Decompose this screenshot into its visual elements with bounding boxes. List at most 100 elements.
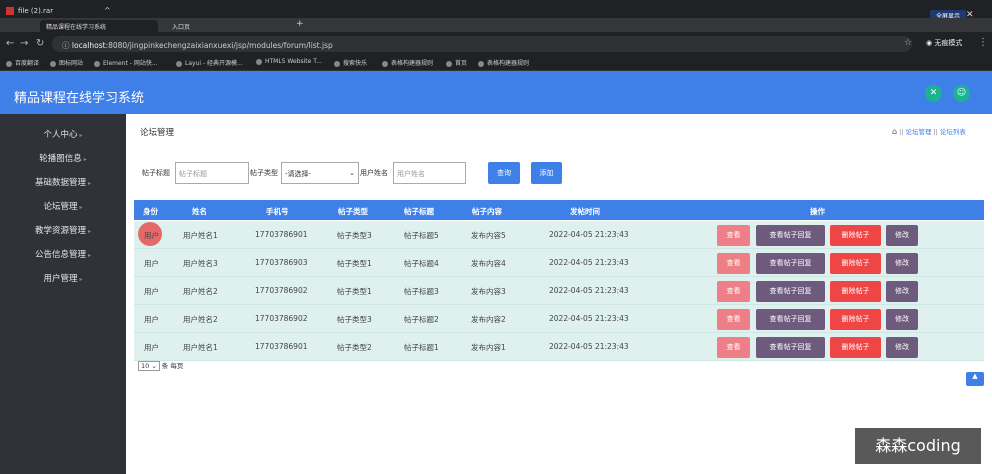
- delete-post-button[interactable]: 删除帖子: [830, 253, 881, 274]
- bookmark-item[interactable]: Layui - 经典开源模...: [176, 58, 243, 67]
- add-button[interactable]: 添加: [531, 162, 562, 184]
- title-filter-input[interactable]: 帖子标题: [175, 162, 249, 184]
- main-content: 论坛管理 ⌂ || 论坛管理 || 论坛列表 帖子标题 帖子标题 帖子类型 -请选择- ⌄…: [126, 114, 992, 474]
- view-replies-button[interactable]: 查看帖子回复: [756, 309, 825, 330]
- file-tab-label: file (2).rar: [18, 7, 54, 15]
- cell-title: 帖子标题2: [404, 315, 439, 324]
- view-replies-button[interactable]: 查看帖子回复: [756, 281, 825, 302]
- edit-button[interactable]: 修改: [886, 225, 918, 246]
- cell-title: 帖子标题3: [404, 287, 439, 296]
- delete-post-button[interactable]: 删除帖子: [830, 309, 881, 330]
- column-header: 发帖时间: [570, 207, 600, 216]
- bookmark-item[interactable]: HTML5 Website T...: [256, 58, 322, 65]
- bookmark-icon: [50, 60, 56, 67]
- cell-phone: 17703786902: [255, 314, 308, 323]
- bookmark-item[interactable]: 首页: [446, 58, 467, 67]
- query-button[interactable]: 查询: [488, 162, 520, 184]
- breadcrumb-separator: ||: [933, 128, 938, 136]
- sidebar-item-resources[interactable]: 教学资源管理 ▸: [0, 224, 126, 236]
- forward-icon[interactable]: →: [20, 38, 28, 49]
- delete-post-button[interactable]: 删除帖子: [830, 281, 881, 302]
- home-icon[interactable]: ⌂: [892, 127, 897, 136]
- tab-active[interactable]: 精品课程在线学习系统: [40, 20, 158, 32]
- back-icon[interactable]: ←: [6, 38, 14, 49]
- chevron-right-icon: ▸: [79, 132, 83, 139]
- sidebar-item-forum[interactable]: 论坛管理 ▸: [0, 200, 126, 212]
- user-filter-input[interactable]: 用户姓名: [393, 162, 466, 184]
- type-filter-select[interactable]: -请选择- ⌄: [281, 162, 359, 184]
- sidebar-item-label: 轮播图信息: [39, 154, 82, 164]
- bookmarks-bar: 百度翻译 图标网站 Element - 网站快... Layui - 经典开源模…: [0, 56, 992, 71]
- bookmark-item[interactable]: 搜索快乐: [334, 58, 367, 67]
- bookmark-icon: [446, 60, 452, 67]
- column-header: 帖子内容: [472, 207, 502, 216]
- reload-icon[interactable]: ↻: [36, 38, 44, 49]
- bookmark-label: HTML5 Website T...: [265, 58, 322, 65]
- view-replies-button[interactable]: 查看帖子回复: [756, 337, 825, 358]
- bookmark-item[interactable]: 表格构建器规则: [478, 58, 529, 67]
- cell-type: 帖子类型1: [337, 259, 372, 268]
- view-button[interactable]: 查看: [717, 281, 750, 302]
- app-header: 精品课程在线学习系统 ✕ ☺: [0, 71, 992, 114]
- page-size-select[interactable]: 10 ⌄: [138, 361, 160, 371]
- cell-name: 用户姓名1: [183, 343, 218, 352]
- bookmark-item[interactable]: 图标网站: [50, 58, 83, 67]
- bookmark-item[interactable]: Element - 网站快...: [94, 58, 158, 67]
- chevron-down-icon: ⌄: [349, 169, 355, 177]
- edit-button[interactable]: 修改: [886, 281, 918, 302]
- sidebar-item-carousel[interactable]: 轮播图信息 ▸: [0, 152, 126, 164]
- delete-post-button[interactable]: 删除帖子: [830, 225, 881, 246]
- cell-role: 用户: [144, 259, 159, 268]
- sidebar-item-profile[interactable]: 个人中心 ▸: [0, 128, 126, 140]
- new-tab-icon[interactable]: +: [296, 19, 304, 29]
- breadcrumb-item[interactable]: 论坛列表: [940, 128, 966, 136]
- view-replies-button[interactable]: 查看帖子回复: [756, 225, 825, 246]
- more-menu-icon[interactable]: ⋮: [978, 37, 988, 48]
- page-size-value: 10: [141, 362, 150, 370]
- edit-button[interactable]: 修改: [886, 253, 918, 274]
- column-header: 姓名: [192, 207, 207, 216]
- back-to-top-icon[interactable]: ▲: [966, 372, 984, 386]
- cell-phone: 17703786901: [255, 342, 308, 351]
- sidebar-item-users[interactable]: 用户管理 ▸: [0, 272, 126, 284]
- chevron-up-icon[interactable]: ^: [104, 6, 111, 15]
- delete-post-button[interactable]: 删除帖子: [830, 337, 881, 358]
- cell-role: 用户: [144, 231, 159, 240]
- view-button[interactable]: 查看: [717, 309, 750, 330]
- table-row: 用户 用户姓名1 17703786901 帖子类型2 帖子标题1 发布内容1 2…: [134, 333, 984, 361]
- breadcrumb-item[interactable]: 论坛管理: [905, 128, 931, 136]
- column-header: 手机号: [266, 207, 289, 216]
- cell-title: 帖子标题5: [404, 231, 439, 240]
- user-icon[interactable]: ☺: [953, 85, 970, 102]
- browser-tabs: 精品课程在线学习系统 入口页 +: [0, 18, 992, 32]
- cell-name: 用户姓名2: [183, 315, 218, 324]
- cell-type: 帖子类型1: [337, 287, 372, 296]
- bookmark-icon: [382, 60, 388, 67]
- cell-time: 2022-04-05 21:23:43: [549, 230, 629, 239]
- view-button[interactable]: 查看: [717, 225, 750, 246]
- chevron-right-icon: ▸: [88, 252, 92, 259]
- tab-entry[interactable]: 入口页: [166, 20, 286, 32]
- edit-button[interactable]: 修改: [886, 337, 918, 358]
- view-button[interactable]: 查看: [717, 337, 750, 358]
- url-host: localhost: [71, 41, 106, 50]
- bookmark-item[interactable]: 百度翻译: [6, 58, 39, 67]
- cell-title: 帖子标题1: [404, 343, 439, 352]
- fullscreen-toggle-icon[interactable]: ✕: [925, 85, 942, 102]
- sidebar-item-basic-data[interactable]: 基础数据管理 ▸: [0, 176, 126, 188]
- bookmark-item[interactable]: 表格构建器规则: [382, 58, 433, 67]
- bookmark-star-icon[interactable]: ☆: [904, 38, 912, 48]
- url-input[interactable]: ⓘ localhost:8080/jingpinkechengzaixianxu…: [52, 36, 912, 52]
- cell-content: 发布内容1: [471, 343, 506, 352]
- chevron-right-icon: ▸: [79, 276, 83, 283]
- bookmark-icon: [334, 60, 340, 67]
- file-tab[interactable]: file (2).rar: [6, 7, 53, 15]
- sidebar-item-announcements[interactable]: 公告信息管理 ▸: [0, 248, 126, 260]
- sidebar: 个人中心 ▸ 轮播图信息 ▸ 基础数据管理 ▸ 论坛管理 ▸ 教学资源管理 ▸ 公告信息管…: [0, 114, 126, 474]
- view-replies-button[interactable]: 查看帖子回复: [756, 253, 825, 274]
- column-header: 帖子标题: [404, 207, 434, 216]
- incognito-profile[interactable]: ◉ 无痕模式: [926, 38, 962, 48]
- bookmark-label: 表格构建器规则: [487, 60, 530, 67]
- edit-button[interactable]: 修改: [886, 309, 918, 330]
- view-button[interactable]: 查看: [717, 253, 750, 274]
